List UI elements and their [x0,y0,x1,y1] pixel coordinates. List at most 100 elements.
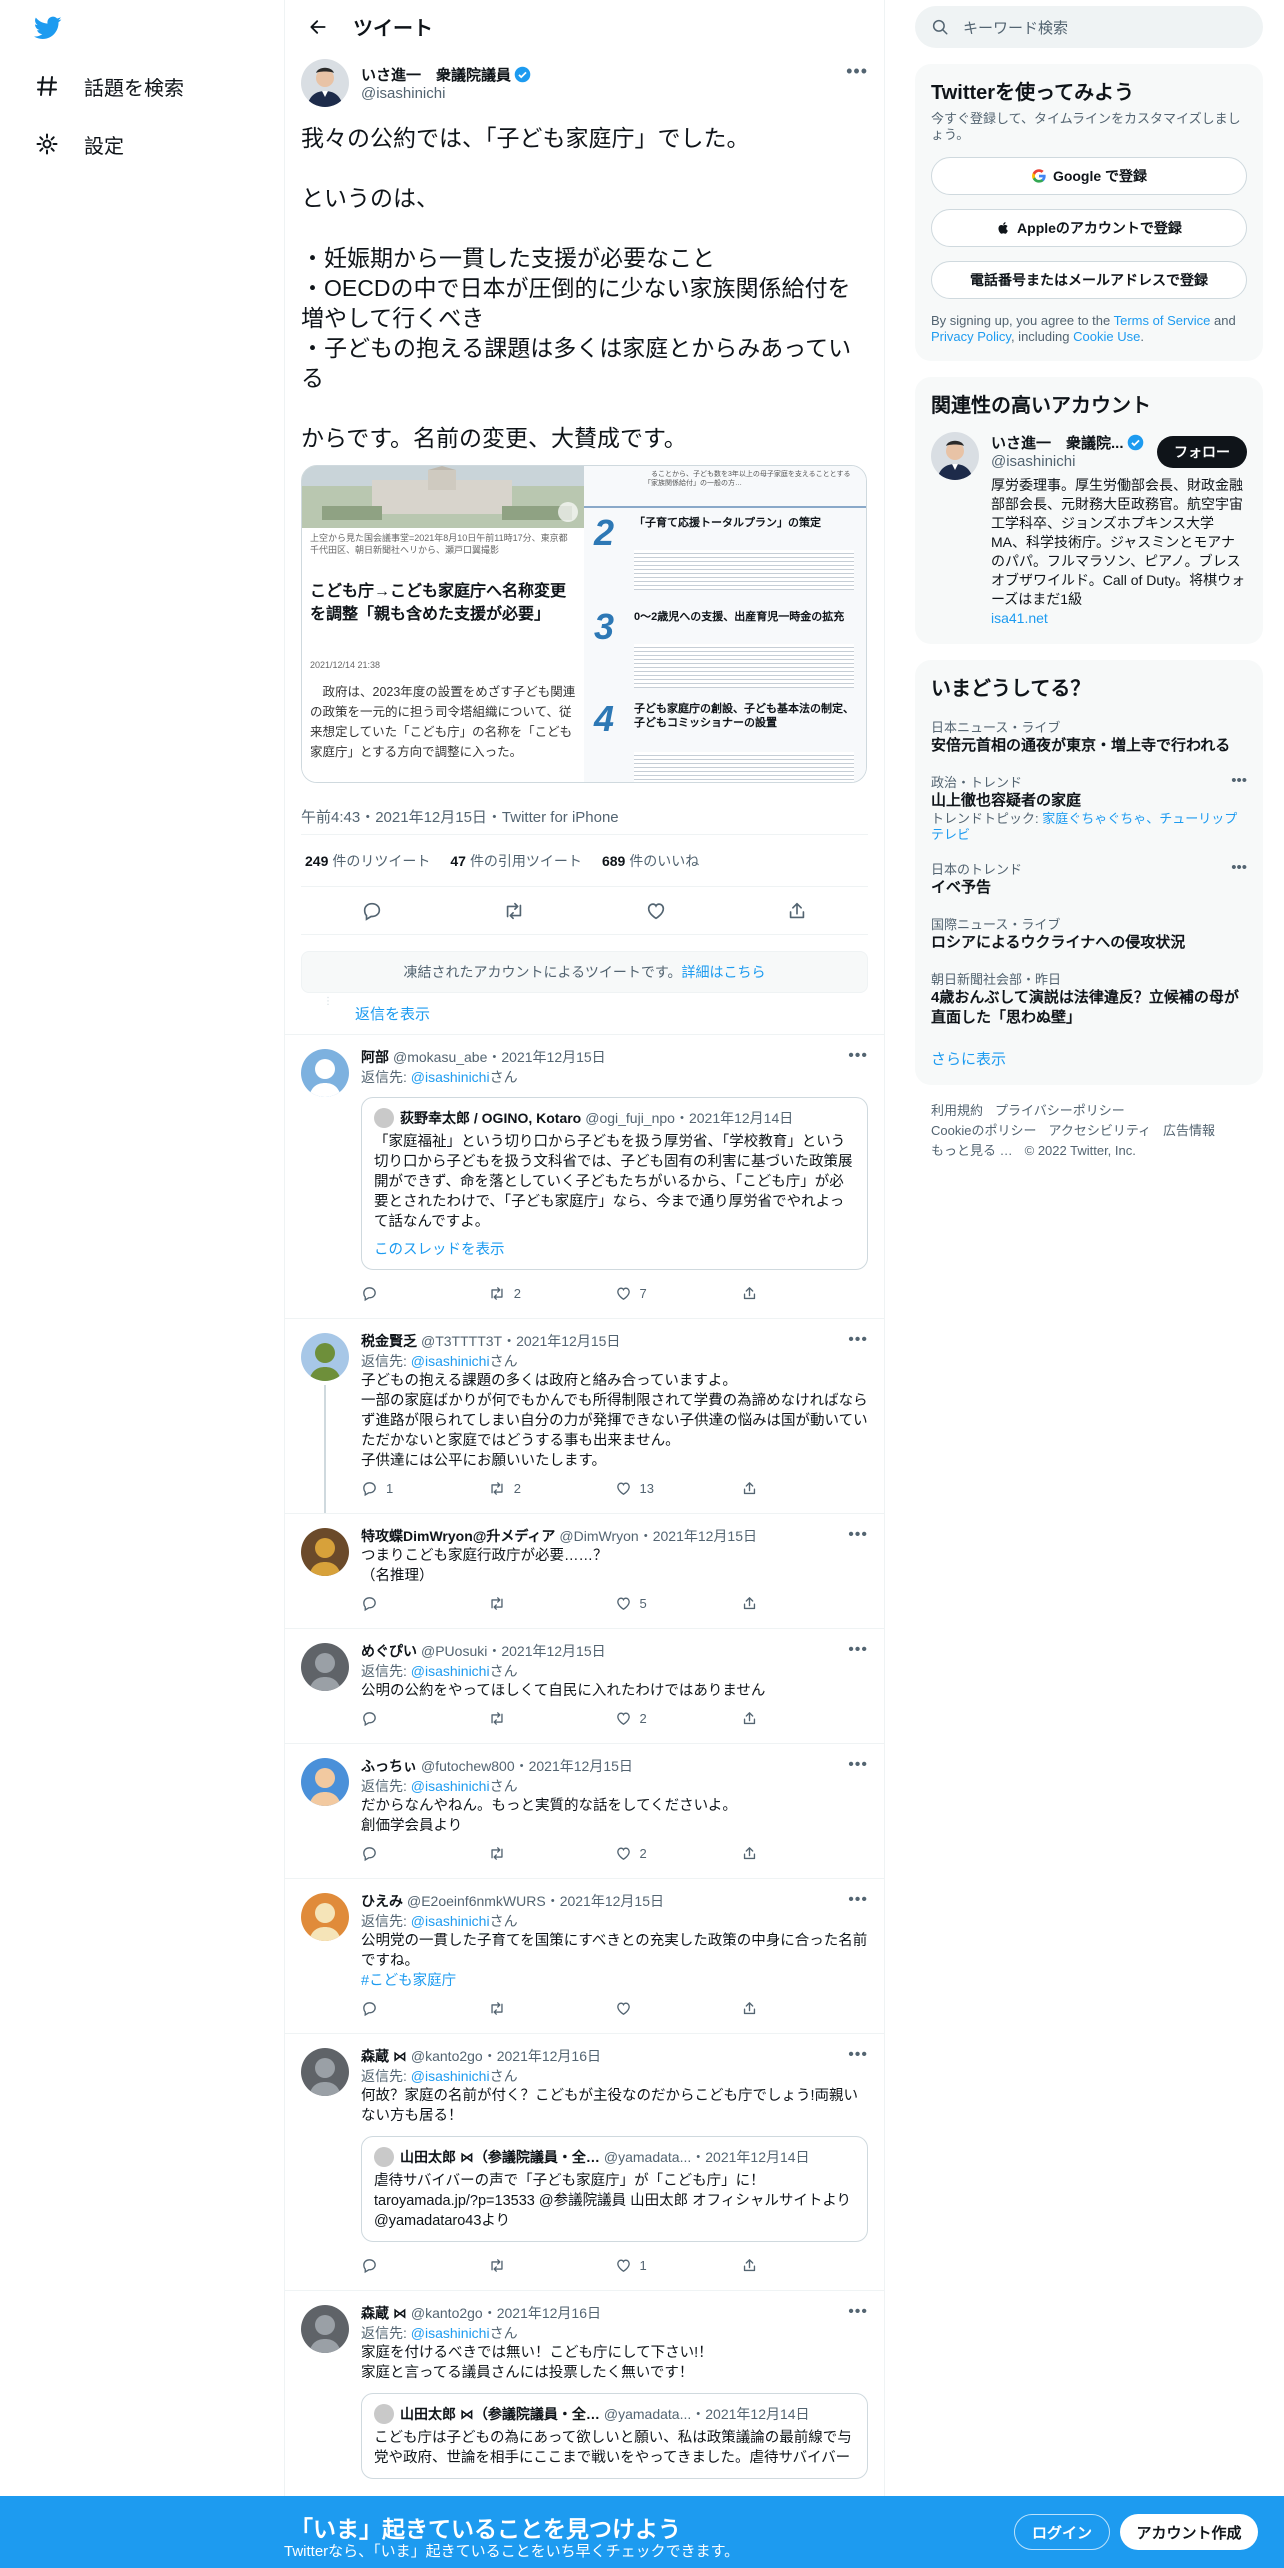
follow-button[interactable]: フォロー [1157,436,1247,468]
trend-item[interactable]: 朝日新聞社会部・昨日 4歳おんぶして演説は法律違反？立候補の母が直面した「思わぬ壁… [931,959,1247,1034]
reply-author-handle[interactable]: @PUosuki [421,1643,487,1659]
retweet-button[interactable] [488,1595,615,1612]
reply-button[interactable] [361,1710,488,1727]
apple-signup-button[interactable]: Appleのアカウントで登録 [931,209,1247,247]
reply-author-handle[interactable]: @mokasu_abe [393,1049,487,1065]
reply-button[interactable] [361,2257,488,2274]
tweet-media[interactable]: 上空から見た国会議事堂=2021年8月10日午前11時17分、東京都千代田区、朝… [301,465,867,783]
reply-author-handle[interactable]: @T3TTTT3T [421,1333,502,1349]
reply-author-handle[interactable]: @DimWryon [559,1528,638,1544]
reply-button[interactable] [361,1845,488,1862]
phone-email-signup-button[interactable]: 電話番号またはメールアドレスで登録 [931,261,1247,299]
retweet-button[interactable] [488,1710,615,1727]
terms-link[interactable]: Terms of Service [1114,313,1211,328]
share-button[interactable] [741,1595,868,1612]
reply-date[interactable]: 2021年12月15日 [501,1641,605,1661]
footer-link[interactable]: アクセシビリティ [1048,1121,1151,1141]
reply-date[interactable]: 2021年12月15日 [516,1331,620,1351]
reply-button[interactable]: 1 [361,1480,488,1497]
login-button[interactable]: ログイン [1014,2514,1110,2550]
retweet-button[interactable] [488,2000,615,2017]
more-options-icon[interactable]: ••• [846,61,868,82]
reply-to-link[interactable]: @isashinichi [411,1663,490,1679]
reply-date[interactable]: 2021年12月15日 [653,1526,757,1546]
reply-date[interactable]: 2021年12月16日 [497,2303,601,2323]
author-name[interactable]: いさ進一 衆議院議員 [361,64,531,85]
reply-tweet[interactable]: ••• 森蔵 ⋈ @kanto2go ・ 2021年12月16日 返信先: @isashi… [285,2291,884,2528]
reply-author-name[interactable]: 森蔵 ⋈ [361,2303,407,2323]
reply-author-handle[interactable]: @futochew800 [421,1758,515,1774]
reply-author-name[interactable]: 阿部 [361,1047,389,1067]
reply-author-handle[interactable]: @kanto2go [411,2048,483,2064]
like-button[interactable]: 7 [615,1285,742,1302]
footer-link[interactable]: Cookieのポリシー [931,1121,1036,1141]
reply-author-handle[interactable]: @kanto2go [411,2305,483,2321]
hashtag-link[interactable]: #こども家庭庁 [361,1971,868,1991]
show-more-trends-link[interactable]: さらに表示 [931,1048,1247,1069]
reply-author-name[interactable]: 森蔵 ⋈ [361,2046,407,2066]
avatar[interactable] [301,59,349,107]
footer-link[interactable]: 広告情報 [1163,1121,1215,1141]
reply-author-name[interactable]: ふっちぃ [361,1756,417,1776]
footer-link[interactable]: 利用規約 [931,1101,983,1121]
share-icon[interactable] [786,900,808,922]
like-button[interactable]: 5 [615,1595,742,1612]
more-options-icon[interactable]: ••• [848,2046,868,2064]
retweet-button[interactable]: 2 [488,1285,615,1302]
cookie-link[interactable]: Cookie Use [1073,329,1140,344]
reply-button[interactable] [361,1285,488,1302]
avatar[interactable] [301,2305,349,2353]
share-button[interactable] [741,2000,868,2017]
like-button[interactable]: 13 [615,1480,742,1497]
trend-item[interactable]: 政治・トレンド 山上徹也容疑者の家庭 トレンドトピック: 家庭ぐちゃぐちゃ、チューリ… [931,762,1247,849]
related-account[interactable]: いさ進一 衆議院... @isashinichi フォロー 厚労委理事。厚生労働… [931,432,1247,632]
reply-date[interactable]: 2021年12月15日 [560,1891,664,1911]
reply-author-name[interactable]: ひえみ [361,1891,403,1911]
more-options-icon[interactable]: ••• [848,1756,868,1774]
avatar[interactable] [301,1333,349,1381]
reply-to-link[interactable]: @isashinichi [411,1353,490,1369]
more-options-icon[interactable]: ••• [848,2303,868,2321]
related-website-link[interactable]: isa41.net [991,609,1247,628]
reply-tweet[interactable]: ••• ふっちぃ @futochew800 ・ 2021年12月15日 返信先: @isa… [285,1744,884,1879]
avatar[interactable] [301,1528,349,1576]
twitter-logo-icon[interactable] [32,14,64,42]
tweet-timestamp[interactable]: 午前4:43・2021年12月15日・Twitter for iPhone [301,799,868,835]
media-image-document[interactable]: ることから、子ども数を3年以上の母子家庭を支えることとする「家族関係給付」の一般… [584,466,866,782]
reply-author-name[interactable]: 特攻蝶DimWryon@升メディア [361,1526,555,1546]
share-button[interactable] [741,1480,868,1497]
share-button[interactable] [741,2257,868,2274]
likes-stat[interactable]: 689 件のいいね [602,851,699,871]
signup-button[interactable]: アカウント作成 [1120,2514,1258,2550]
search-box[interactable]: キーワード検索 [915,6,1263,48]
retweet-button[interactable] [488,2257,615,2274]
show-replies-link[interactable]: ⋮ 返信を表示 [285,993,884,1035]
quotes-stat[interactable]: 47 件の引用ツイート [450,851,582,871]
reply-tweet[interactable]: ••• めぐぴい @PUosuki ・ 2021年12月15日 返信先: @isashin… [285,1629,884,1744]
like-button[interactable] [615,2000,742,2017]
more-options-icon[interactable]: ••• [848,1047,868,1065]
reply-to-link[interactable]: @isashinichi [411,1778,490,1794]
quoted-tweet[interactable]: 山田太郎 ⋈（参議院議員・全… @yamadata... ・ 2021年12月14日 … [361,2393,868,2479]
footer-link[interactable]: もっと見る … [931,1141,1013,1161]
more-options-icon[interactable]: ••• [1231,859,1247,876]
avatar[interactable] [301,1643,349,1691]
avatar[interactable] [301,1049,349,1097]
nav-explore[interactable]: 話題を検索 [34,66,184,106]
media-image-article[interactable]: 上空から見た国会議事堂=2021年8月10日午前11時17分、東京都千代田区、朝… [302,466,584,782]
reply-icon[interactable] [361,900,383,922]
share-button[interactable] [741,1845,868,1862]
retweet-button[interactable]: 2 [488,1480,615,1497]
reply-author-name[interactable]: めぐぴい [361,1641,417,1661]
avatar[interactable] [301,2048,349,2096]
like-icon[interactable] [645,900,667,922]
avatar[interactable] [301,1893,349,1941]
more-options-icon[interactable]: ••• [848,1526,868,1544]
reply-button[interactable] [361,1595,488,1612]
trend-item[interactable]: 日本のトレンド イベ予告 ••• [931,849,1247,904]
trend-item[interactable]: 国際ニュース・ライブ ロシアによるウクライナへの侵攻状況 [931,904,1247,959]
like-button[interactable]: 2 [615,1710,742,1727]
reply-to-link[interactable]: @isashinichi [411,2068,490,2084]
search-input[interactable]: キーワード検索 [963,17,1068,38]
reply-date[interactable]: 2021年12月16日 [497,2046,601,2066]
